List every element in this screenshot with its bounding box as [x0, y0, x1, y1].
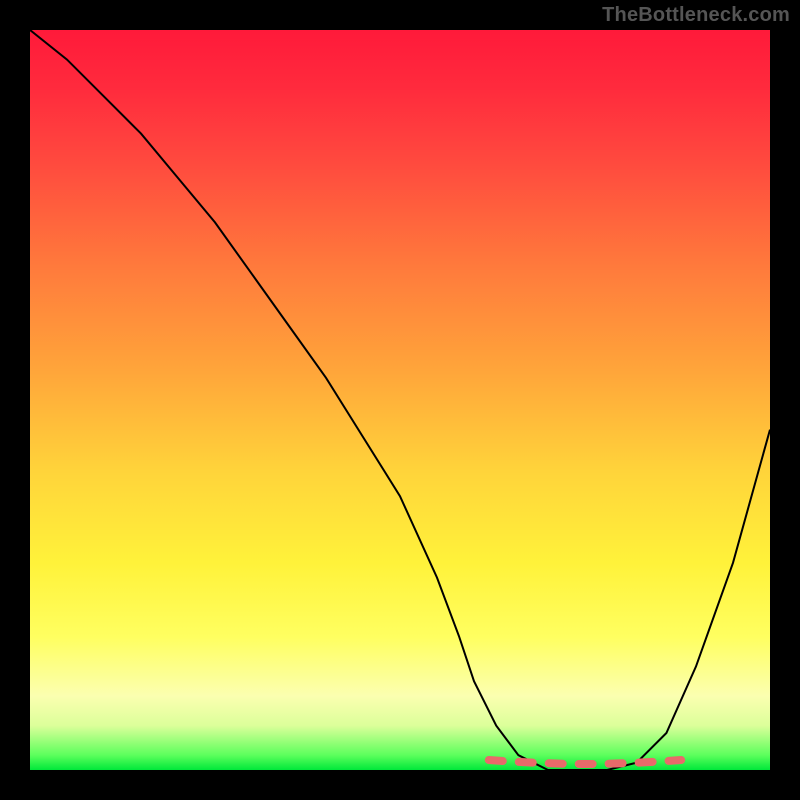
- chart-svg: [30, 30, 770, 770]
- watermark-text: TheBottleneck.com: [602, 4, 790, 27]
- chart-plot-area: [30, 30, 770, 770]
- optimal-range-highlight: [489, 760, 681, 764]
- bottleneck-curve: [30, 30, 770, 770]
